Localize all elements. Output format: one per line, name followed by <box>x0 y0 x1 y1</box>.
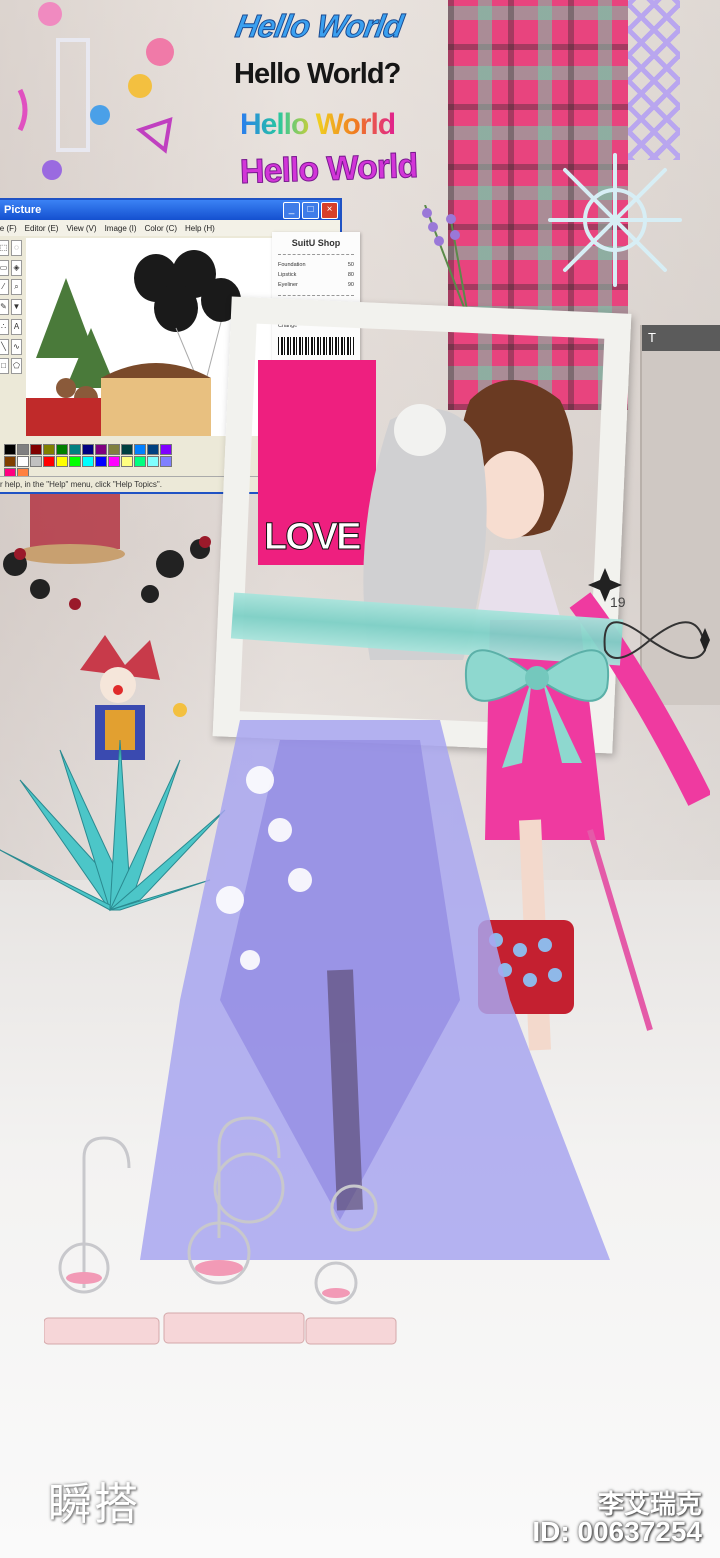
receipt-row: Lipstick 80 <box>278 270 354 280</box>
palette-swatch <box>160 444 172 455</box>
palette-swatch <box>43 456 55 467</box>
receipt-divider <box>278 295 354 296</box>
lavender-decoration <box>422 205 468 311</box>
hello-world-sticker-blue: Hello World <box>232 8 406 45</box>
menu-help: Help (H) <box>185 223 215 233</box>
receipt-row: Eyeliner 90 <box>278 280 354 290</box>
palette-swatch <box>82 444 94 455</box>
palette-swatch <box>43 444 55 455</box>
color-palette <box>4 444 180 479</box>
palette-swatch <box>4 456 16 467</box>
palette-swatch <box>17 456 29 467</box>
palette-swatch <box>4 444 16 455</box>
palette-swatch <box>30 444 42 455</box>
calendar-day-label: 19 <box>610 594 626 610</box>
palette-swatch <box>95 456 107 467</box>
dress-up-scene: T Hello World Hello World? Hello World H… <box>0 0 720 1558</box>
receipt-title: SuitU Shop <box>291 238 341 248</box>
curve-tool-icon: ∿ <box>11 338 22 355</box>
receipt-divider <box>278 254 354 255</box>
user-id: ID: 00637254 <box>532 1516 702 1547</box>
polygon-tool-icon: ⬠ <box>11 358 22 375</box>
airbrush-tool-icon: ∴ <box>0 318 9 335</box>
palette-swatch <box>121 444 133 455</box>
palette-swatch <box>30 456 42 467</box>
hello-world-sticker-purple: Hello World <box>239 146 418 192</box>
picker-tool-icon: ⁄ <box>0 279 9 296</box>
menu-color: Color (C) <box>144 223 178 233</box>
lasso-tool-icon: ◌ <box>11 240 22 256</box>
palette-swatch <box>56 444 68 455</box>
app-logo-watermark: 瞬搭 <box>48 1479 140 1530</box>
palette-swatch <box>134 444 146 455</box>
sketch-bow-calendar-decoration <box>588 568 710 659</box>
palette-swatch <box>108 444 120 455</box>
paint-toolbox: ⬚ ◌ ▭ ◈ ⁄ ⌕ ✎ ▼ ∴ A ╲ ∿ □ ⬠ <box>0 238 24 378</box>
palette-swatch <box>134 456 146 467</box>
receipt-item-name: Lipstick <box>278 272 297 278</box>
brush-tool-icon: ▼ <box>11 299 22 316</box>
palette-swatch <box>108 456 120 467</box>
snowflake-decoration <box>548 153 682 287</box>
hello-world-sticker-rainbow: Hello World <box>240 108 396 141</box>
palette-swatch <box>95 444 107 455</box>
hello-world-sticker-black: Hello World? <box>234 58 401 90</box>
receipt-item-price: 80 <box>347 272 354 278</box>
palette-swatch <box>69 456 81 467</box>
close-icon: × <box>321 202 338 219</box>
side-panel-bar: T <box>642 325 720 351</box>
palette-swatch <box>160 456 172 467</box>
line-tool-icon: ╲ <box>0 338 9 355</box>
paint-title: Picture <box>4 204 42 216</box>
text-tool-icon: A <box>11 318 22 335</box>
receipt-item-name: Eyeliner <box>278 282 298 288</box>
palette-swatch <box>82 456 94 467</box>
palette-swatch <box>69 444 81 455</box>
receipt-row: Foundation 50 <box>278 260 354 270</box>
menu-image: Image (I) <box>104 223 137 233</box>
glass-flask-set-decoration <box>44 1116 397 1345</box>
eraser-tool-icon: ▭ <box>0 259 9 276</box>
minimize-icon: _ <box>283 202 300 219</box>
menu-view: View (V) <box>66 223 97 233</box>
receipt-item-price: 90 <box>347 282 354 288</box>
rect-tool-icon: □ <box>0 358 9 375</box>
pencil-tool-icon: ✎ <box>0 299 9 316</box>
receipt-item-name: Foundation <box>278 262 306 268</box>
palette-swatch <box>56 456 68 467</box>
gift-jar-and-roses-decoration <box>3 494 211 610</box>
select-tool-icon: ⬚ <box>0 240 9 256</box>
party-balloons-decoration <box>17 2 174 180</box>
palette-swatch <box>121 456 133 467</box>
maximize-icon: □ <box>302 202 319 219</box>
palette-swatch <box>147 456 159 467</box>
window-controls: _ □ × <box>283 202 338 219</box>
lace-ribbon-sticker <box>628 0 680 160</box>
menu-file: le (F) <box>0 223 17 233</box>
zoom-tool-icon: ⌕ <box>11 279 22 296</box>
palette-swatch <box>17 444 29 455</box>
receipt-item-price: 50 <box>347 262 354 268</box>
palette-swatch <box>147 444 159 455</box>
fill-tool-icon: ◈ <box>11 259 22 276</box>
menu-editor: Editor (E) <box>24 223 59 233</box>
